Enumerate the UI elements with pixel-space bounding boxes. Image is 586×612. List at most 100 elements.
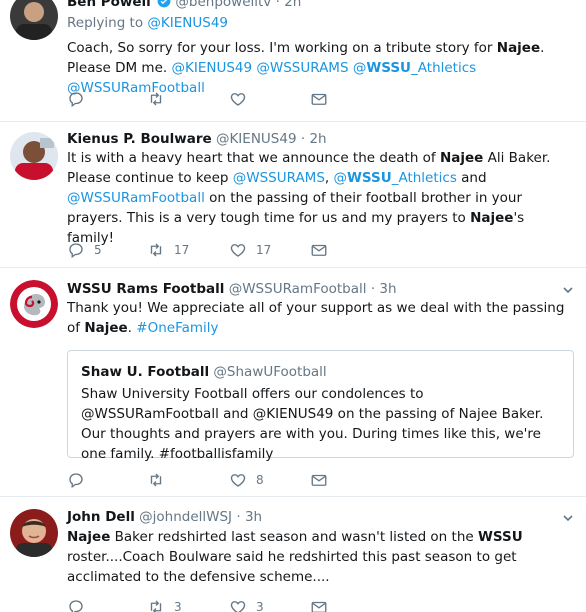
retweet-icon [150, 473, 162, 487]
caret-down-icon[interactable] [562, 284, 574, 296]
tweet-text: Najee Baker redshirted last season and w… [67, 527, 575, 587]
replying-label: Replying to [67, 15, 148, 31]
quote-header: Shaw U. Football @ShawUFootball [81, 364, 327, 380]
quote-author-handle: @ShawUFootball [213, 364, 327, 380]
text-segment: , [324, 170, 334, 186]
like-icon [230, 244, 246, 257]
replying-handle[interactable]: @KIENUS49 [147, 15, 228, 31]
timestamp[interactable]: 3h [379, 281, 396, 297]
avatar-image [10, 280, 58, 328]
hashtag-link[interactable]: #OneFamily [136, 320, 218, 336]
dm-button[interactable] [310, 470, 328, 490]
author-handle[interactable]: @johndellWSJ [139, 509, 232, 525]
reply-icon [69, 473, 83, 489]
tweet-actions [67, 89, 367, 109]
avatar[interactable] [10, 0, 58, 40]
like-button[interactable] [229, 89, 256, 109]
like-button[interactable]: 3 [229, 597, 264, 612]
tweet-header: John Dell @johndellWSJ · 3h [67, 508, 262, 526]
retweet-icon [150, 600, 162, 612]
mention-bold-part: WSSU [347, 170, 392, 186]
highlight-najee: Najee [84, 320, 128, 336]
mention-link[interactable]: @WSSURAMS [233, 170, 325, 186]
tweet-kienus-boulware[interactable]: Kienus P. Boulware @KIENUS49 · 2h It is … [0, 122, 586, 268]
reply-button[interactable] [67, 89, 94, 109]
tweet-ben-powell[interactable]: Ben Powell @benpowelltv · 2h Replying to… [0, 0, 586, 122]
avatar[interactable] [10, 509, 58, 557]
dm-button[interactable] [310, 240, 328, 260]
tweet-text: It is with a heavy heart that we announc… [67, 148, 575, 248]
mention-link[interactable]: @KIENUS49 [171, 60, 252, 76]
reply-icon [69, 92, 83, 108]
mention-rest: _Athletics [391, 170, 457, 186]
dm-button[interactable] [310, 597, 328, 612]
mention-link[interactable]: @WSSU_Athletics [353, 60, 476, 76]
reply-button[interactable] [67, 597, 94, 612]
text-segment: roster....Coach Boulware said he redshir… [67, 549, 517, 585]
avatar[interactable] [10, 280, 58, 328]
avatar[interactable] [10, 132, 58, 180]
quote-text: Shaw University Football offers our cond… [81, 386, 544, 462]
author-handle[interactable]: @KIENUS49 [216, 131, 297, 147]
retweet-button[interactable]: 17 [147, 240, 189, 260]
dm-icon [311, 601, 327, 612]
like-button[interactable]: 17 [229, 240, 271, 260]
tweet-header: Kienus P. Boulware @KIENUS49 · 2h [67, 130, 327, 148]
mention-link[interactable]: @WSSURamFootball [67, 190, 205, 206]
reply-icon [69, 243, 83, 259]
tweet-actions: 5 17 17 [67, 240, 367, 260]
reply-count: 5 [94, 243, 102, 257]
retweet-count: 3 [174, 600, 182, 612]
retweet-icon [150, 92, 162, 106]
timestamp[interactable]: 2h [309, 131, 326, 147]
tweet-actions: 3 3 [67, 597, 367, 612]
dm-icon [311, 93, 327, 105]
dm-icon [311, 244, 327, 256]
tweet-actions: 8 [67, 470, 367, 490]
tweet-wssu-rams-football[interactable]: WSSU Rams Football @WSSURamFootball · 3h… [0, 268, 586, 497]
caret-down-icon[interactable] [562, 512, 574, 524]
text-segment: . [127, 320, 137, 336]
replying-to: Replying to @KIENUS49 [67, 15, 228, 31]
author-name[interactable]: Ben Powell [67, 0, 151, 10]
mention-link[interactable]: @WSSU_Athletics [334, 170, 457, 186]
reply-icon [69, 600, 83, 612]
dm-button[interactable] [310, 89, 328, 109]
retweet-count: 17 [174, 243, 190, 257]
highlight-najee: Najee [439, 150, 484, 166]
mention-at: @ [352, 60, 367, 76]
author-handle[interactable]: @benpowelltv [175, 0, 271, 10]
dm-icon [311, 474, 327, 486]
highlight-najee: Najee [496, 40, 541, 56]
like-count: 17 [256, 243, 272, 257]
separator-dot: · [370, 281, 376, 297]
timestamp[interactable]: 3h [245, 509, 262, 525]
timestamp[interactable]: 2h [284, 0, 301, 10]
like-button[interactable]: 8 [229, 470, 264, 490]
retweet-button[interactable] [147, 470, 174, 490]
text-segment: and [456, 170, 487, 186]
author-handle[interactable]: @WSSURamFootball [229, 281, 367, 297]
highlight-wssu: WSSU [477, 529, 523, 545]
mention-link[interactable]: @WSSURAMS [256, 60, 348, 76]
author-name[interactable]: John Dell [67, 509, 135, 525]
like-count: 3 [256, 600, 264, 612]
author-name[interactable]: WSSU Rams Football [67, 281, 224, 297]
retweet-button[interactable] [147, 89, 174, 109]
quoted-tweet[interactable]: Shaw U. Football @ShawUFootball Shaw Uni… [67, 350, 574, 462]
like-count: 8 [256, 473, 264, 487]
avatar-image [10, 509, 58, 557]
retweet-button[interactable]: 3 [147, 597, 182, 612]
reply-button[interactable] [67, 470, 94, 490]
reply-button[interactable]: 5 [67, 240, 102, 260]
text-segment: It is with a heavy heart that we announc… [67, 150, 440, 166]
highlight-najee: Najee [67, 529, 111, 545]
text-segment: Baker redshirted last season and wasn't … [110, 529, 478, 545]
mention-rest: _Athletics [411, 60, 477, 76]
mention-bold-part: WSSU [366, 60, 412, 76]
author-name[interactable]: Kienus P. Boulware [67, 131, 212, 147]
avatar-image [10, 0, 58, 40]
tweet-text: Thank you! We appreciate all of your sup… [67, 298, 575, 338]
tweet-header: WSSU Rams Football @WSSURamFootball · 3h [67, 280, 397, 298]
tweet-john-dell[interactable]: John Dell @johndellWSJ · 3h Najee Baker … [0, 497, 586, 612]
